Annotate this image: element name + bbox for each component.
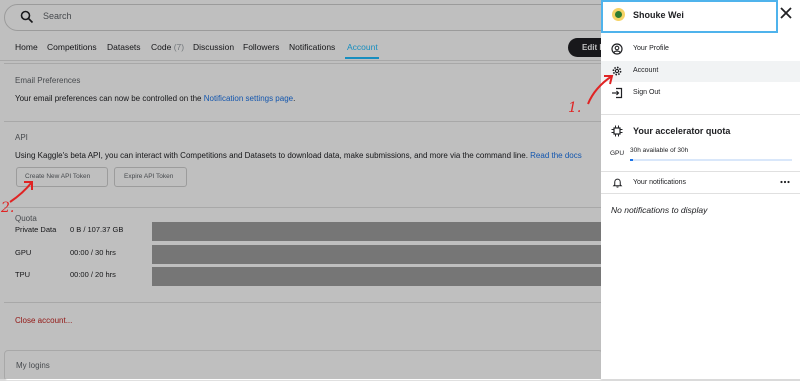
more-options-icon[interactable]	[780, 178, 790, 186]
menu-item-account[interactable]: Account	[601, 61, 800, 82]
annotation-step-2: 2.	[1, 200, 15, 216]
divider	[601, 114, 800, 115]
no-notifications-text: No notifications to display	[611, 205, 708, 215]
annotation-step-1: 1.	[568, 100, 582, 116]
divider	[601, 171, 800, 172]
menu-item-label: Your Profile	[633, 45, 669, 52]
profile-icon	[611, 43, 623, 55]
chip-icon	[611, 125, 623, 137]
menu-item-label: Account	[633, 67, 659, 74]
menu-item-label: Sign Out	[633, 89, 661, 96]
annotation-arrow-1	[587, 75, 614, 105]
user-name: Shouke Wei	[633, 10, 684, 20]
gpu-quota-fill	[630, 159, 634, 161]
gpu-availability-text: 30h available of 30h	[630, 147, 689, 154]
gpu-label: GPU	[610, 150, 625, 157]
menu-item-your-profile[interactable]: Your Profile	[601, 39, 800, 60]
user-header[interactable]	[601, 0, 778, 33]
bell-icon	[612, 178, 623, 188]
main-content: Search Home Competitions Datasets Code (…	[0, 0, 646, 381]
notifications-label: Your notifications	[633, 179, 687, 186]
divider	[601, 193, 800, 194]
modal-backdrop[interactable]	[0, 0, 601, 379]
menu-item-sign-out[interactable]: Sign Out	[601, 83, 800, 104]
avatar	[612, 8, 625, 21]
accelerator-quota-title: Your accelerator quota	[633, 126, 731, 136]
close-icon[interactable]	[779, 6, 793, 20]
gpu-quota-bar	[630, 159, 792, 161]
